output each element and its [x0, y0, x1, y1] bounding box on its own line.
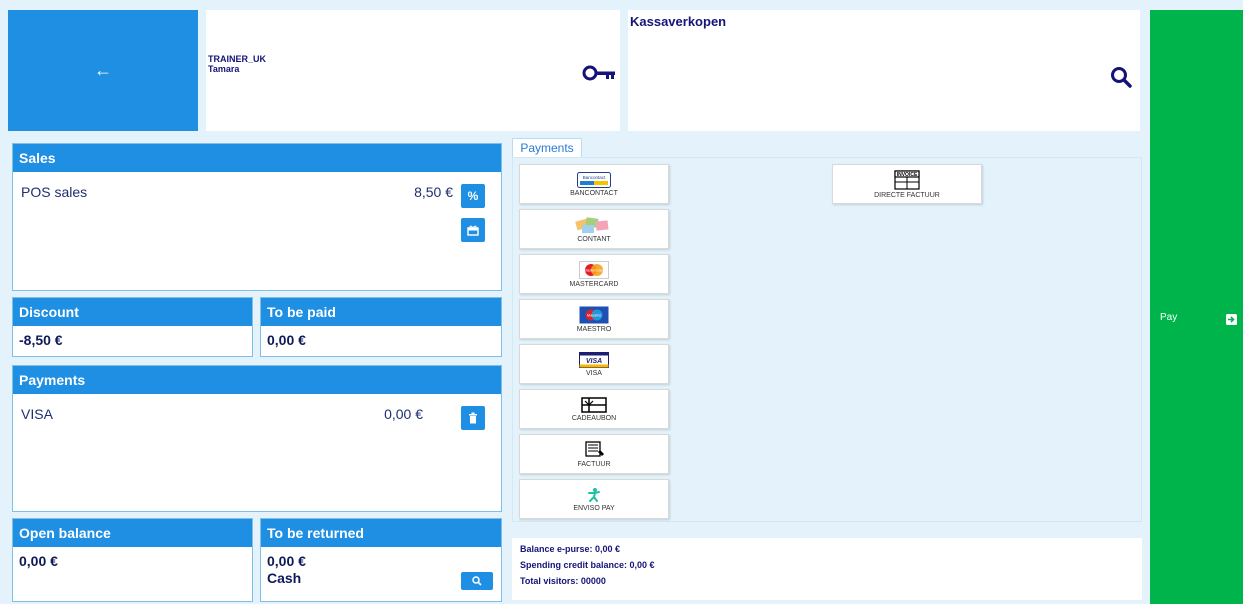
- sales-title: Sales: [13, 144, 501, 172]
- method-label: CADEAUBON: [571, 414, 617, 422]
- to-be-paid-title: To be paid: [261, 298, 501, 326]
- svg-text:VISA: VISA: [586, 358, 602, 365]
- open-balance-title: Open balance: [13, 519, 252, 547]
- percent-icon: %: [467, 189, 479, 203]
- discount-panel: Discount -8,50 €: [12, 297, 253, 357]
- trash-icon: [469, 412, 477, 424]
- visa-logo-icon: VISA: [579, 351, 609, 368]
- sales-panel: Sales POS sales 8,50 € %: [12, 143, 502, 291]
- payments-body: VISA 0,00 €: [13, 394, 501, 511]
- spending-credit-balance: Spending credit balance: 0,00 €: [520, 560, 655, 570]
- method-cadeaubon[interactable]: CADEAUBON: [519, 389, 669, 429]
- gift-card-icon: [581, 396, 607, 413]
- method-label: MASTERCARD: [569, 280, 619, 288]
- open-balance-panel: Open balance 0,00 €: [12, 518, 253, 602]
- method-factuur[interactable]: FACTUUR: [519, 434, 669, 474]
- method-label: VISA: [586, 369, 602, 377]
- method-label: BANCONTACT: [570, 189, 618, 197]
- payments-title: Payments: [13, 366, 501, 394]
- method-maestro[interactable]: Maestro MAESTRO: [519, 299, 669, 339]
- to-be-paid-value: 0,00 €: [267, 332, 306, 348]
- invoice-icon: [585, 440, 604, 457]
- to-be-returned-value: 0,00 €: [267, 553, 306, 569]
- discount-value: -8,50 €: [19, 332, 63, 348]
- svg-text:MasterCard: MasterCard: [584, 267, 605, 272]
- payment-line[interactable]: VISA 0,00 €: [21, 400, 493, 422]
- payment-item-value: 0,00 €: [384, 406, 423, 422]
- to-be-returned-title: To be returned: [261, 519, 501, 547]
- svg-text:Maestro: Maestro: [587, 312, 602, 317]
- return-search-button[interactable]: [461, 572, 493, 590]
- method-mastercard[interactable]: MasterCard MASTERCARD: [519, 254, 669, 294]
- sales-body: POS sales 8,50 € %: [13, 172, 501, 290]
- mastercard-logo-icon: MasterCard: [579, 260, 609, 279]
- pay-label: Pay: [1160, 312, 1178, 323]
- key-icon[interactable]: [582, 64, 616, 87]
- total-visitors: Total visitors: 00000: [520, 576, 606, 586]
- user-info: TRAINER_UK Tamara: [208, 54, 266, 74]
- method-contant[interactable]: CONTANT: [519, 209, 669, 249]
- svg-text:Bancontact: Bancontact: [583, 175, 606, 180]
- delete-payment-button[interactable]: [461, 406, 485, 430]
- search-card[interactable]: Kassaverkopen: [628, 10, 1140, 131]
- cash-notes-icon: [575, 216, 609, 233]
- method-directe-factuur[interactable]: INVOICE DIRECTE FACTUUR: [832, 164, 982, 204]
- user-card[interactable]: TRAINER_UK Tamara: [206, 10, 620, 131]
- method-label: FACTUUR: [577, 460, 611, 468]
- back-button[interactable]: ←: [8, 10, 198, 131]
- user-code: TRAINER_UK: [208, 54, 267, 64]
- back-arrow-icon: ←: [94, 60, 112, 80]
- search-icon[interactable]: [1110, 66, 1132, 93]
- payment-item-label: VISA: [21, 406, 53, 422]
- search-icon: [472, 576, 482, 586]
- balance-info: Balance e-purse: 0,00 € Spending credit …: [512, 538, 1142, 600]
- enviso-pay-icon: [588, 487, 600, 502]
- sales-item-label: POS sales: [21, 184, 88, 200]
- direct-invoice-icon: INVOICE: [894, 169, 920, 190]
- search-title: Kassaverkopen: [630, 14, 727, 29]
- gift-button[interactable]: [461, 218, 485, 242]
- method-bancontact[interactable]: Bancontact BANCONTACT: [519, 164, 669, 204]
- sales-item-value: 8,50 €: [414, 184, 453, 200]
- to-be-returned-panel: To be returned 0,00 € Cash: [260, 518, 502, 602]
- method-enviso-pay[interactable]: ENVISO PAY: [519, 479, 669, 519]
- maestro-logo-icon: Maestro: [579, 306, 609, 323]
- sales-line[interactable]: POS sales 8,50 €: [21, 178, 493, 200]
- method-label: ENVISO PAY: [573, 504, 615, 512]
- method-label: CONTANT: [577, 235, 611, 243]
- to-be-paid-panel: To be paid 0,00 €: [260, 297, 502, 357]
- bancontact-logo-icon: Bancontact: [577, 171, 611, 188]
- epurse-balance: Balance e-purse: 0,00 €: [520, 544, 621, 554]
- exit-arrow-icon: [1226, 312, 1237, 330]
- discount-title: Discount: [13, 298, 252, 326]
- tab-payments[interactable]: Payments: [512, 138, 582, 158]
- method-label: MAESTRO: [576, 325, 612, 333]
- pay-button[interactable]: Pay: [1150, 10, 1243, 604]
- method-visa[interactable]: VISA VISA: [519, 344, 669, 384]
- gift-icon: [467, 225, 479, 236]
- user-name: Tamara: [208, 64, 240, 74]
- payments-panel: Payments VISA 0,00 €: [12, 365, 502, 512]
- discount-percent-button[interactable]: %: [461, 184, 485, 208]
- open-balance-value: 0,00 €: [19, 553, 58, 569]
- method-label: DIRECTE FACTUUR: [874, 191, 940, 199]
- payment-methods-area: Bancontact BANCONTACT CONTANT MasterCard…: [512, 157, 1142, 522]
